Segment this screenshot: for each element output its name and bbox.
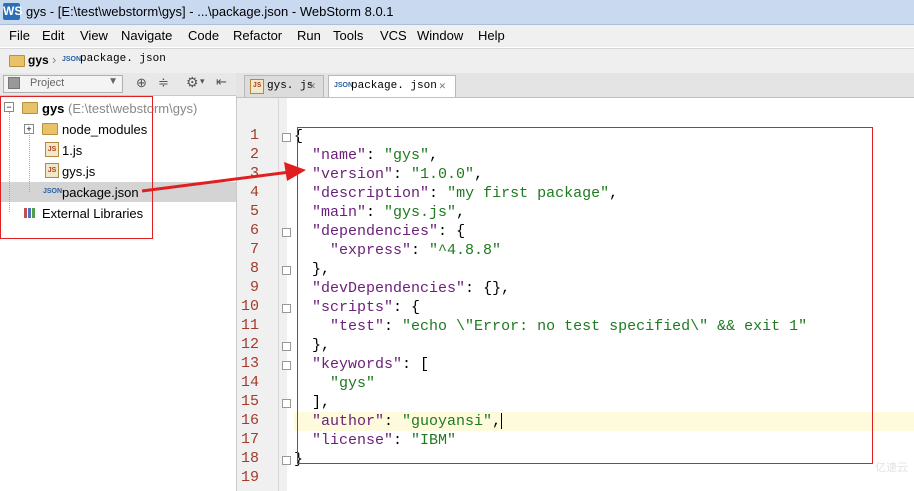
watermark: 亿速云 (875, 462, 908, 474)
annotation-arrow-icon (141, 162, 306, 193)
